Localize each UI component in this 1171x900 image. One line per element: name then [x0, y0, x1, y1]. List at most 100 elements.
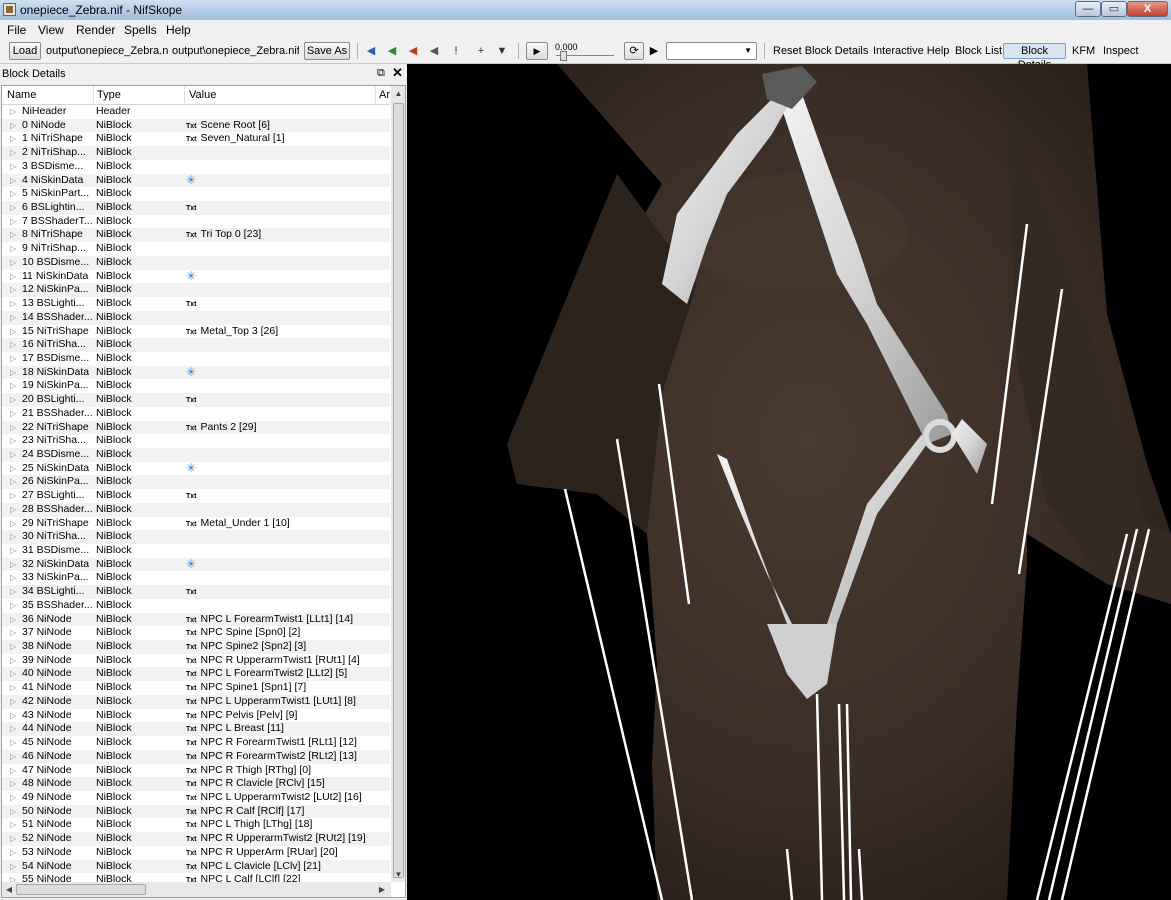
tree-row[interactable]: ▷ 48 NiNode NiBlock Txt NPC R Clavicle [RClv… [2, 777, 390, 791]
maximize-button[interactable]: ▭ [1101, 1, 1127, 17]
load-button[interactable]: Load [9, 42, 41, 60]
tree-row[interactable]: ▷ 49 NiNode NiBlock Txt NPC L UpperarmTwist2… [2, 791, 390, 805]
tree-row[interactable]: ▷ 1 NiTriShape NiBlock Txt Seven_Natural [1] [2, 132, 390, 146]
expand-arrow-icon[interactable]: ▷ [10, 434, 16, 448]
expand-arrow-icon[interactable]: ▷ [10, 517, 16, 531]
menu-file[interactable]: File [7, 23, 26, 37]
expand-arrow-icon[interactable]: ▷ [10, 722, 16, 736]
tree-row[interactable]: ▷ 23 NiTriSha... NiBlock [2, 434, 390, 448]
expand-arrow-icon[interactable]: ▷ [10, 160, 16, 174]
view-side-icon[interactable]: ◀ [385, 44, 399, 58]
expand-arrow-icon[interactable]: ▷ [10, 667, 16, 681]
inspect-button[interactable]: Inspect [1103, 45, 1138, 57]
expand-arrow-icon[interactable]: ▷ [10, 256, 16, 270]
scrollbar-thumb[interactable] [16, 884, 146, 895]
menu-view[interactable]: View [38, 23, 64, 37]
expand-arrow-icon[interactable]: ▷ [10, 558, 16, 572]
close-button[interactable]: X [1127, 1, 1168, 17]
tree-row[interactable]: ▷ 38 NiNode NiBlock Txt NPC Spine2 [Spn2] [3… [2, 640, 390, 654]
animation-select[interactable]: ▼ [666, 42, 757, 60]
expand-arrow-icon[interactable]: ▷ [10, 270, 16, 284]
block-list-button[interactable]: Block List [955, 45, 1002, 57]
tree-row[interactable]: ▷ 11 NiSkinData NiBlock ✳ [2, 269, 390, 284]
float-icon[interactable]: ⧉ [377, 67, 385, 80]
tree-row[interactable]: ▷ 31 BSDisme... NiBlock [2, 544, 390, 558]
tree-row[interactable]: ▷ 14 BSShader... NiBlock [2, 310, 390, 325]
tree-row[interactable]: ▷ 54 NiNode NiBlock Txt NPC L Clavicle [LClv… [2, 859, 390, 874]
tree-row[interactable]: ▷ 2 NiTriShap... NiBlock [2, 146, 390, 160]
scroll-up-icon[interactable]: ▲ [391, 86, 405, 101]
expand-arrow-icon[interactable]: ▷ [10, 421, 16, 435]
tree-row[interactable]: ▷ 43 NiNode NiBlock Txt NPC Pelvis [Pelv] [9… [2, 709, 390, 723]
tree-row[interactable]: ▷ 53 NiNode NiBlock Txt NPC R UpperArm [RUar… [2, 846, 390, 860]
tree-row[interactable]: ▷ 29 NiTriShape NiBlock Txt Metal_Under 1 [1… [2, 517, 390, 531]
expand-arrow-icon[interactable]: ▷ [10, 695, 16, 709]
scrollbar-thumb[interactable] [393, 103, 404, 878]
tree-row[interactable]: ▷ 8 NiTriShape NiBlock Txt Tri Top 0 [23] [2, 228, 390, 243]
tree-row[interactable]: ▷ 16 NiTriSha... NiBlock [2, 338, 390, 352]
tree-row[interactable]: ▷ 17 BSDisme... NiBlock [2, 352, 390, 366]
tree-row[interactable]: ▷ 6 BSLightin... NiBlock Txt [2, 201, 390, 215]
tree-row[interactable]: ▷ 50 NiNode NiBlock Txt NPC R Calf [RClf] [1… [2, 804, 390, 819]
expand-arrow-icon[interactable]: ▷ [10, 750, 16, 764]
expand-arrow-icon[interactable]: ▷ [10, 805, 16, 819]
expand-arrow-icon[interactable]: ▷ [10, 777, 16, 791]
tree-row[interactable]: ▷ 9 NiTriShap... NiBlock [2, 242, 390, 256]
expand-arrow-icon[interactable]: ▷ [10, 325, 16, 339]
tree-row[interactable]: ▷ 51 NiNode NiBlock Txt NPC L Thigh [LThg] [… [2, 818, 390, 832]
tree-row[interactable]: ▷ 0 NiNode NiBlock Txt Scene Root [6] [2, 118, 390, 133]
view-front-icon[interactable]: ◀ [364, 44, 378, 58]
expand-arrow-icon[interactable]: ▷ [10, 174, 16, 188]
menu-render[interactable]: Render [76, 23, 115, 37]
expand-arrow-icon[interactable]: ▷ [10, 818, 16, 832]
step-forward-icon[interactable]: ▶ [647, 44, 661, 58]
expand-arrow-icon[interactable]: ▷ [10, 791, 16, 805]
expand-arrow-icon[interactable]: ▷ [10, 599, 16, 613]
loop-icon[interactable]: ⟳ [624, 42, 644, 60]
tree-row[interactable]: ▷ 19 NiSkinPa... NiBlock [2, 379, 390, 393]
tree-row[interactable]: ▷ 12 NiSkinPa... NiBlock [2, 283, 390, 298]
block-tree[interactable]: Name Type Value Ar ▷ NiHeader Header ▷ 0 NiN… [1, 85, 406, 898]
expand-arrow-icon[interactable]: ▷ [10, 283, 16, 297]
save-as-button[interactable]: Save As [304, 42, 350, 60]
expand-arrow-icon[interactable]: ▷ [10, 338, 16, 352]
tree-row[interactable]: ▷ 47 NiNode NiBlock Txt NPC R Thigh [RThg] [… [2, 764, 390, 778]
minimize-button[interactable]: — [1075, 1, 1101, 17]
tree-row[interactable]: ▷ 25 NiSkinData NiBlock ✳ [2, 461, 390, 476]
expand-arrow-icon[interactable]: ▷ [10, 832, 16, 846]
tree-row[interactable]: ▷ 26 NiSkinPa... NiBlock [2, 475, 390, 490]
expand-arrow-icon[interactable]: ▷ [10, 489, 16, 503]
tree-row[interactable]: ▷ 42 NiNode NiBlock Txt NPC L UpperarmTwist1… [2, 694, 390, 709]
interactive-help-button[interactable]: Interactive Help [873, 45, 949, 57]
tree-row[interactable]: ▷ 33 NiSkinPa... NiBlock [2, 571, 390, 585]
expand-arrow-icon[interactable]: ▷ [10, 132, 16, 146]
tree-row[interactable]: ▷ 30 NiTriSha... NiBlock [2, 530, 390, 544]
tree-row[interactable]: ▷ 41 NiNode NiBlock Txt NPC Spine1 [Spn1] [7… [2, 681, 390, 695]
tree-row[interactable]: ▷ NiHeader Header [2, 105, 390, 119]
tree-row[interactable]: ▷ 5 NiSkinPart... NiBlock [2, 187, 390, 201]
expand-arrow-icon[interactable]: ▷ [10, 613, 16, 627]
menu-help[interactable]: Help [166, 23, 191, 37]
view-top-icon[interactable]: ◀ [406, 44, 420, 58]
view-user-icon[interactable]: ◀ [427, 44, 441, 58]
tree-row[interactable]: ▷ 46 NiNode NiBlock Txt NPC R ForearmTwist2 … [2, 749, 390, 764]
expand-arrow-icon[interactable]: ▷ [10, 654, 16, 668]
tree-row[interactable]: ▷ 3 BSDisme... NiBlock [2, 160, 390, 174]
expand-arrow-icon[interactable]: ▷ [10, 352, 16, 366]
chevron-down-icon[interactable]: ▼ [495, 44, 509, 58]
expand-arrow-icon[interactable]: ▷ [10, 311, 16, 325]
tree-row[interactable]: ▷ 45 NiNode NiBlock Txt NPC R ForearmTwist1 … [2, 736, 390, 750]
tree-row[interactable]: ▷ 20 BSLighti... NiBlock Txt [2, 393, 390, 407]
expand-arrow-icon[interactable]: ▷ [10, 571, 16, 585]
tree-row[interactable]: ▷ 37 NiNode NiBlock Txt NPC Spine [Spn0] [2] [2, 626, 390, 640]
expand-arrow-icon[interactable]: ▷ [10, 846, 16, 860]
expand-arrow-icon[interactable]: ▷ [10, 640, 16, 654]
reset-block-details-button[interactable]: Reset Block Details [773, 45, 868, 57]
tree-row[interactable]: ▷ 36 NiNode NiBlock Txt NPC L ForearmTwist1 … [2, 612, 390, 627]
expand-arrow-icon[interactable]: ▷ [10, 462, 16, 476]
tree-row[interactable]: ▷ 35 BSShader... NiBlock [2, 599, 390, 613]
expand-arrow-icon[interactable]: ▷ [10, 626, 16, 640]
scroll-down-icon[interactable]: ▼ [391, 867, 405, 882]
column-header-name[interactable]: Name [7, 89, 36, 101]
expand-arrow-icon[interactable]: ▷ [10, 585, 16, 599]
